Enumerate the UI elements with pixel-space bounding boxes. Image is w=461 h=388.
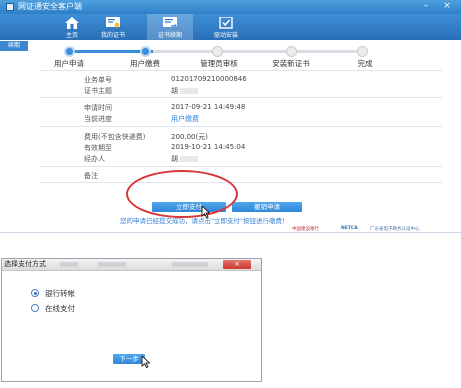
detail-value-progress[interactable]: 用户缴费 (171, 114, 199, 124)
dialog-close-button[interactable]: × (223, 260, 251, 269)
radio-bank-transfer[interactable] (31, 289, 39, 297)
radio-online-payment[interactable] (31, 304, 39, 312)
redacted-block (180, 88, 198, 94)
divider (40, 182, 442, 183)
redacted-block (180, 156, 198, 162)
main-toolbar: 主页 我的证书 证书续期 驱动安装 (0, 14, 461, 40)
highlight-circle (126, 170, 238, 218)
toolbar-my-certificate[interactable]: 我的证书 (90, 14, 136, 40)
payment-method-dialog: 选择支付方式 × 银行转帐 在线支付 下一步 (1, 258, 262, 382)
close-button[interactable]: × (440, 0, 454, 14)
step-label-3: 管理员审核 (200, 59, 238, 68)
step-label-4: 安装新证书 (272, 59, 310, 68)
divider (40, 97, 442, 98)
certificate-icon (106, 17, 120, 28)
divider (40, 70, 442, 71)
toolbar-renew-label: 证书续期 (157, 32, 182, 39)
netca-logo: NETCA (341, 226, 358, 231)
detail-value-valid-until: 2019-10-21 14:45:04 (171, 143, 246, 151)
divider (40, 166, 442, 167)
detail-label-apply-time: 申请时间 (84, 104, 112, 112)
step-label-2: 用户缴费 (130, 59, 160, 68)
window-title: 网证通安全客户端 (18, 2, 82, 11)
mouse-cursor-icon (141, 356, 150, 368)
side-tab-renew[interactable]: 续期 (0, 41, 28, 51)
dialog-title: 选择支付方式 (4, 260, 46, 268)
detail-label-handler: 经办人 (84, 155, 105, 163)
progress-dot-2 (140, 46, 151, 57)
option-bank-transfer-label[interactable]: 银行转帐 (45, 288, 75, 299)
toolbar-home-label: 主页 (65, 32, 78, 39)
blurred-region (98, 262, 126, 267)
detail-value-fee: 200.00(元) (171, 133, 208, 141)
driver-install-icon (219, 17, 233, 29)
step-label-5: 完成 (357, 59, 373, 68)
gd-ca-logo: 广东省电子政务认证中心 (370, 227, 420, 232)
progress-dot-3 (212, 46, 223, 57)
handler-text: 胡 (171, 155, 178, 163)
progress-dot-1 (64, 46, 75, 57)
progress-dot-4 (286, 46, 297, 57)
detail-value-order-no: 01201709210000846 (171, 75, 247, 83)
app-logo-icon (6, 3, 14, 11)
dialog-title-bar: 选择支付方式 × (2, 259, 261, 271)
detail-label-progress: 当前进度 (84, 115, 112, 123)
step-label-1: 用户申请 (54, 59, 84, 68)
blurred-region (60, 262, 78, 267)
detail-value-apply-time: 2017-09-21 14:49:48 (171, 103, 246, 111)
progress-line-pending (153, 50, 367, 53)
progress-dot-5 (357, 46, 368, 57)
toolbar-my-certificate-label: 我的证书 (100, 32, 125, 39)
renew-icon (163, 17, 177, 27)
home-icon (65, 17, 79, 29)
client-window: 网证通安全客户端 – × 主页 我的证书 证书续期 驱动安装 续期 用户申请 用… (0, 0, 461, 233)
cert-subject-text: 胡 (171, 87, 178, 95)
toolbar-driver-install-label: 驱动安装 (213, 32, 238, 39)
divider (40, 126, 442, 127)
ccb-logo: 中国建设银行 (292, 227, 319, 232)
detail-value-cert-subject: 胡 (171, 86, 198, 96)
detail-label-remark: 备注 (84, 172, 98, 180)
detail-label-fee: 费用(不包含快递费) (84, 133, 146, 141)
detail-label-order-no: 业务单号 (84, 76, 112, 84)
detail-value-handler: 胡 (171, 154, 198, 164)
minimize-button[interactable]: – (419, 0, 433, 14)
title-bar: 网证通安全客户端 – × (0, 0, 461, 14)
mouse-cursor-icon (201, 206, 210, 218)
revoke-application-button[interactable]: 撤销申请 (232, 202, 302, 212)
toolbar-renew[interactable]: 证书续期 (147, 14, 193, 40)
blurred-region (172, 262, 208, 267)
toolbar-home[interactable]: 主页 (49, 14, 95, 40)
option-online-payment-label[interactable]: 在线支付 (45, 303, 75, 314)
toolbar-driver-install[interactable]: 驱动安装 (203, 14, 249, 40)
detail-label-valid-until: 有效期至 (84, 144, 112, 152)
detail-label-cert-subject: 证书主题 (84, 87, 112, 95)
